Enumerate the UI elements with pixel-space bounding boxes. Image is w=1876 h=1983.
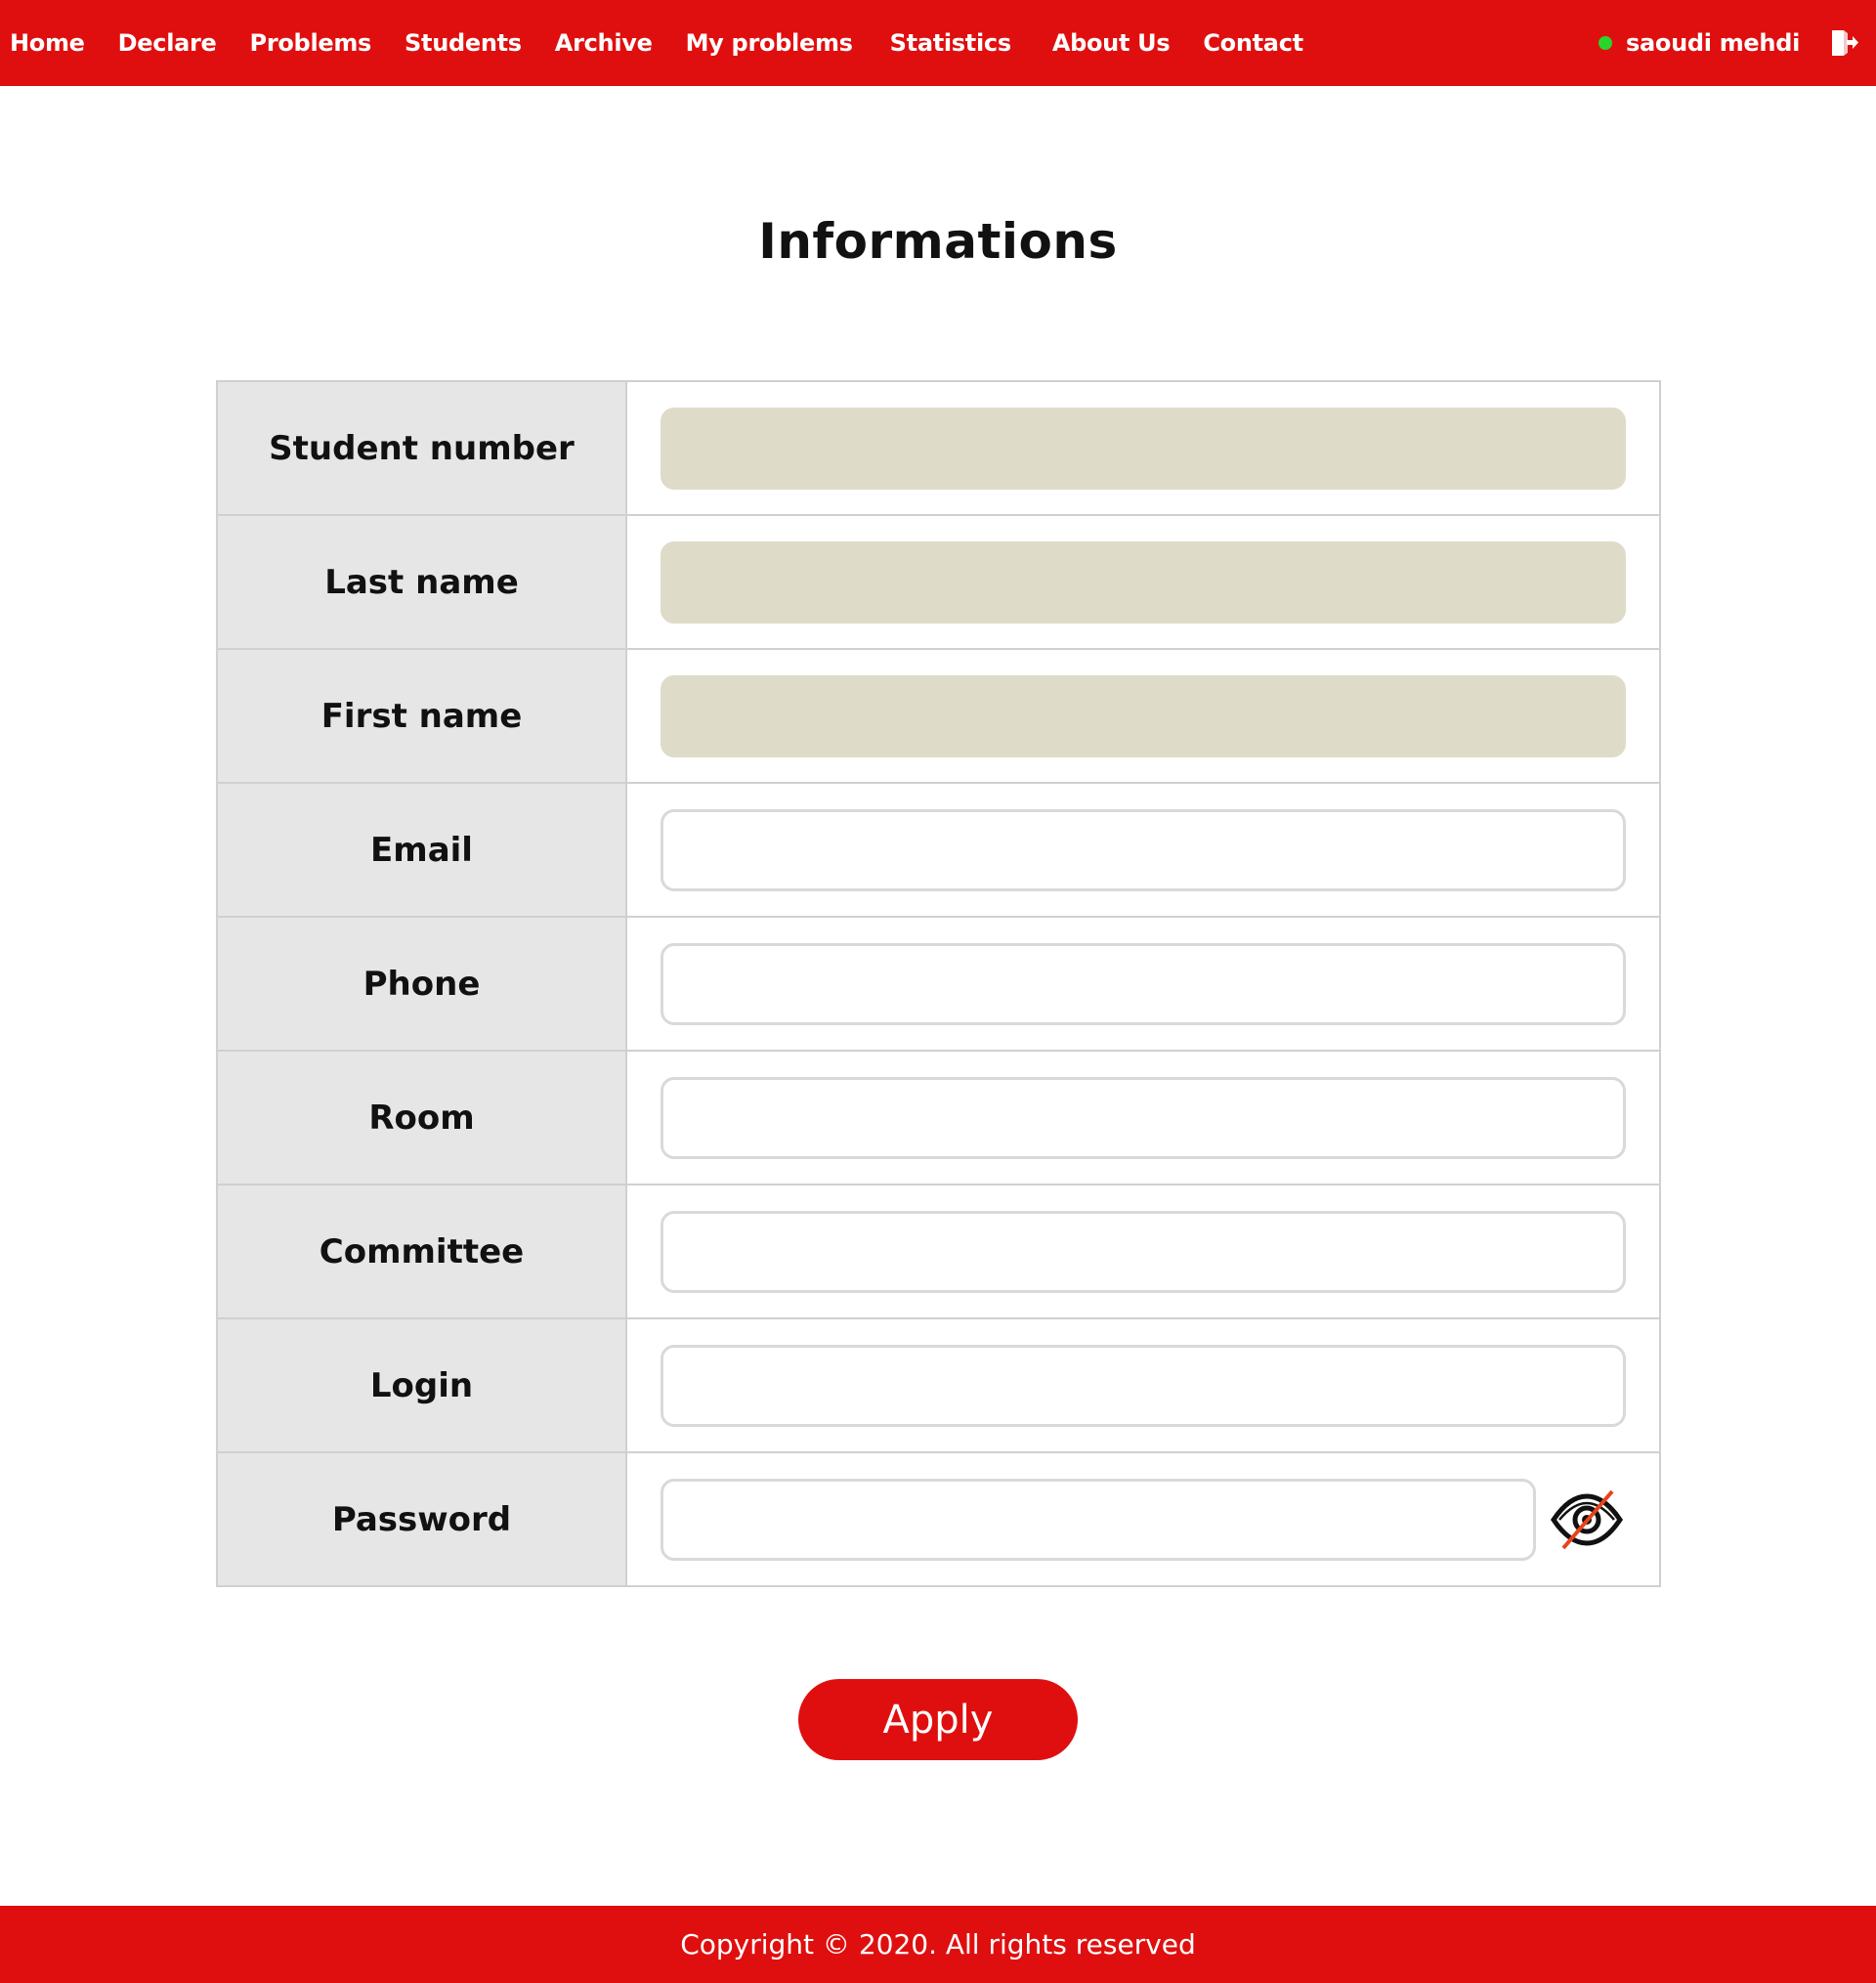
phone-label: Phone: [216, 916, 627, 1052]
phone-cell: [625, 916, 1661, 1052]
nav-links: Home Declare Problems Students Archive M…: [0, 0, 1337, 86]
committee-label: Committee: [216, 1184, 627, 1319]
nav-statistics-link[interactable]: Statistics: [890, 29, 1011, 57]
first-name-label: First name: [216, 648, 627, 784]
password-input[interactable]: [661, 1478, 1536, 1561]
logout-icon[interactable]: [1827, 26, 1860, 60]
nav-my-problems-link[interactable]: My problems: [686, 29, 853, 57]
password-cell: [625, 1451, 1661, 1587]
password-wrapper: [661, 1478, 1626, 1561]
footer: Copyright © 2020. All rights reserved: [0, 1906, 1876, 1983]
nav-home-link[interactable]: Home: [10, 29, 85, 57]
last-name-cell: [625, 514, 1661, 650]
committee-input[interactable]: [661, 1210, 1626, 1293]
last-name-input[interactable]: [661, 540, 1626, 624]
info-form-table: Student number Last name First name Emai…: [216, 380, 1661, 1587]
footer-copyright: Copyright © 2020. All rights reserved: [680, 1928, 1196, 1961]
form-row-student-number: Student number: [216, 380, 1661, 516]
password-label: Password: [216, 1451, 627, 1587]
nav-archive-link[interactable]: Archive: [555, 29, 653, 57]
page-title: Informations: [758, 213, 1118, 270]
user-area: saoudi mehdi: [1599, 0, 1860, 86]
online-status-dot: [1599, 36, 1612, 50]
form-row-committee: Committee: [216, 1184, 1661, 1319]
login-input[interactable]: [661, 1344, 1626, 1427]
login-label: Login: [216, 1317, 627, 1453]
form-row-email: Email: [216, 782, 1661, 918]
email-cell: [625, 782, 1661, 918]
committee-cell: [625, 1184, 1661, 1319]
login-cell: [625, 1317, 1661, 1453]
form-row-first-name: First name: [216, 648, 1661, 784]
nav-declare-link[interactable]: Declare: [118, 29, 217, 57]
email-label: Email: [216, 782, 627, 918]
email-input[interactable]: [661, 808, 1626, 891]
form-row-room: Room: [216, 1050, 1661, 1185]
student-number-input[interactable]: [661, 407, 1626, 490]
nav-about-us-link[interactable]: About Us: [1052, 29, 1171, 57]
form-row-phone: Phone: [216, 916, 1661, 1052]
nav-contact-link[interactable]: Contact: [1203, 29, 1303, 57]
last-name-label: Last name: [216, 514, 627, 650]
top-navbar: Home Declare Problems Students Archive M…: [0, 0, 1876, 86]
user-name: saoudi mehdi: [1626, 29, 1800, 57]
room-cell: [625, 1050, 1661, 1185]
form-row-login: Login: [216, 1317, 1661, 1453]
student-number-cell: [625, 380, 1661, 516]
nav-students-link[interactable]: Students: [405, 29, 522, 57]
phone-input[interactable]: [661, 942, 1626, 1025]
first-name-cell: [625, 648, 1661, 784]
student-number-label: Student number: [216, 380, 627, 516]
eye-slash-icon[interactable]: [1548, 1486, 1626, 1554]
room-label: Room: [216, 1050, 627, 1185]
form-row-last-name: Last name: [216, 514, 1661, 650]
first-name-input[interactable]: [661, 674, 1626, 757]
apply-button[interactable]: Apply: [798, 1679, 1078, 1760]
nav-problems-link[interactable]: Problems: [250, 29, 372, 57]
room-input[interactable]: [661, 1076, 1626, 1159]
form-row-password: Password: [216, 1451, 1661, 1587]
